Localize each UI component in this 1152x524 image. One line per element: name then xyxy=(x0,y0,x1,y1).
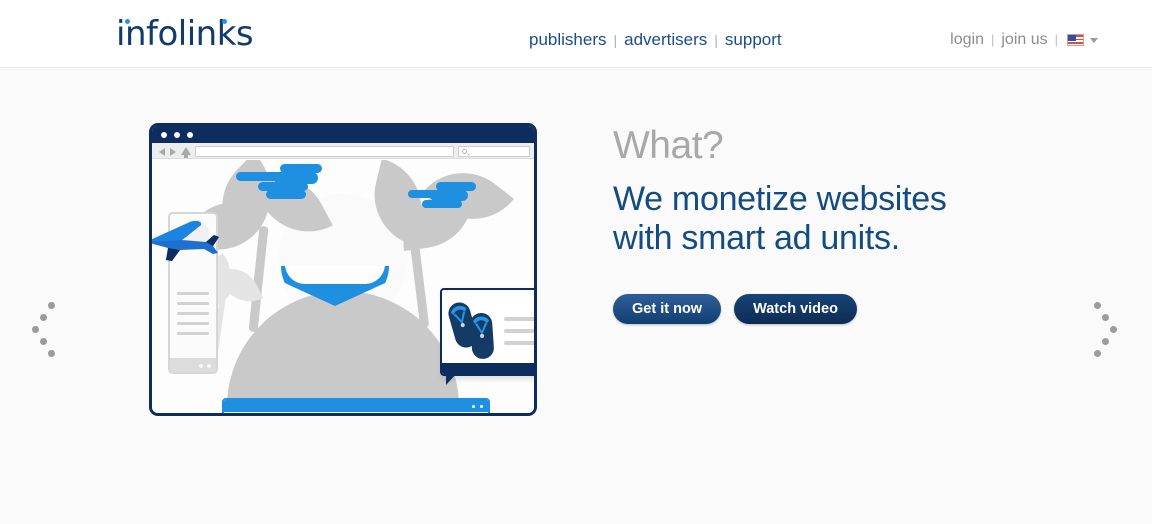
browser-search-box[interactable] xyxy=(458,145,530,157)
site-header: infolinks publishers | advertisers | support… xyxy=(0,0,1152,68)
nav-item-publishers[interactable]: publishers xyxy=(529,30,607,49)
ad-dot xyxy=(479,404,483,408)
login-link[interactable]: login xyxy=(950,29,984,51)
ad-text-lines xyxy=(177,292,209,342)
footer-ad-unit[interactable] xyxy=(222,398,490,413)
browser-mockup xyxy=(149,123,537,416)
hero-illustration xyxy=(137,115,557,475)
headline-line-1: We monetize websites xyxy=(613,180,947,218)
user-navigation: login | join us | xyxy=(950,29,1098,51)
ad-bottom-bar xyxy=(442,363,534,374)
nav-separator: | xyxy=(613,32,618,48)
next-slide-arrow[interactable] xyxy=(1090,302,1124,358)
hero-headline: We monetize websites with smart ad units… xyxy=(613,180,1083,258)
ad-dot xyxy=(207,363,211,368)
ad-dot xyxy=(199,363,203,368)
hero-eyebrow: What? xyxy=(613,124,724,167)
page-root: infolinks publishers | advertisers | support… xyxy=(0,0,1152,524)
browser-titlebar xyxy=(152,126,534,143)
ad-text-lines xyxy=(504,317,534,353)
logo-dot-right xyxy=(222,19,227,24)
hero-button-row: Get it now Watch video xyxy=(613,294,1083,324)
chevron-down-icon[interactable] xyxy=(1090,37,1098,43)
nav-separator: | xyxy=(714,32,718,48)
window-dot xyxy=(174,132,180,138)
headline-line-2: with smart ad units. xyxy=(613,219,900,257)
usernav-separator: | xyxy=(1054,32,1058,47)
join-us-link[interactable]: join us xyxy=(1001,29,1047,51)
main-navigation: publishers | advertisers | support xyxy=(529,28,782,52)
usernav-separator: | xyxy=(990,32,995,47)
ad-header-bar xyxy=(224,400,488,412)
nav-item-support[interactable]: support xyxy=(725,30,782,49)
window-dot xyxy=(161,132,167,138)
hero-section: What? We monetize websites with smart ad… xyxy=(0,69,1152,524)
us-flag-icon[interactable] xyxy=(1067,34,1084,46)
watch-video-button[interactable]: Watch video xyxy=(734,294,857,324)
address-bar[interactable] xyxy=(195,145,454,157)
previous-slide-arrow[interactable] xyxy=(28,302,62,358)
get-it-now-button[interactable]: Get it now xyxy=(613,294,722,324)
nav-item-advertisers[interactable]: advertisers xyxy=(624,30,707,49)
ad-dot xyxy=(471,404,475,408)
ad-pointer-tail xyxy=(446,374,456,385)
ad-footer-bar xyxy=(170,358,216,372)
logo-text: infolinks xyxy=(116,14,254,54)
logo-dot-left xyxy=(125,19,130,24)
hero-copy: What? We monetize websites with smart ad… xyxy=(613,122,1083,324)
window-dot xyxy=(187,132,193,138)
browser-viewport xyxy=(152,160,534,413)
forward-icon[interactable] xyxy=(170,148,176,156)
flipflops-icon xyxy=(448,302,494,359)
infolinks-logo[interactable]: infolinks xyxy=(116,14,254,54)
flag-canton xyxy=(1068,35,1076,41)
back-icon[interactable] xyxy=(159,148,165,156)
browser-toolbar xyxy=(152,143,534,159)
inline-ad-unit[interactable] xyxy=(440,288,534,376)
search-icon xyxy=(462,148,467,154)
airplane-icon xyxy=(152,221,219,261)
home-icon[interactable] xyxy=(181,147,191,158)
